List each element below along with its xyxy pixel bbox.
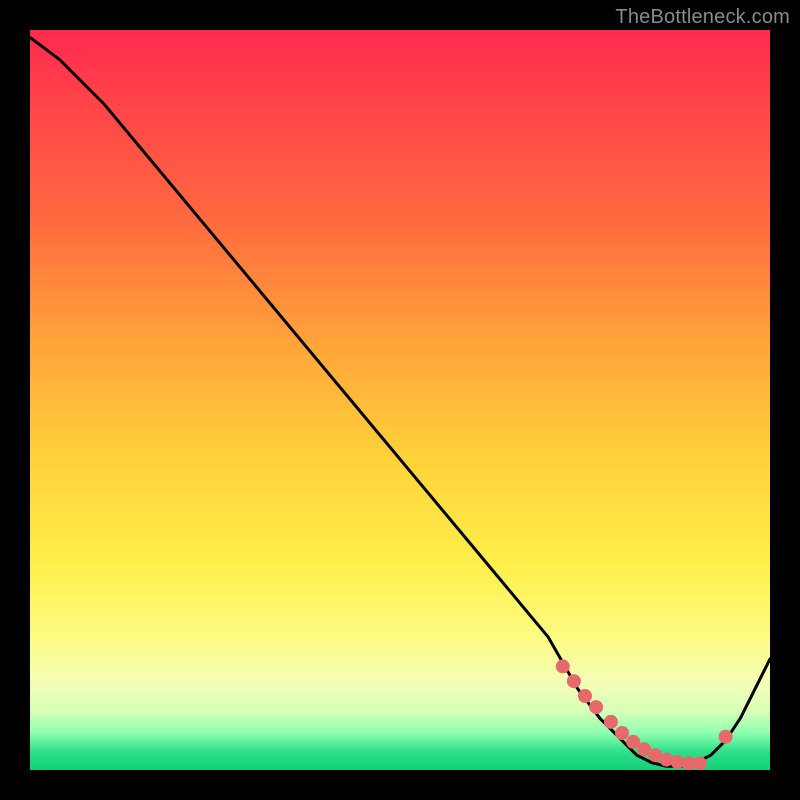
optimal-range-dots — [556, 659, 733, 770]
chart-stage: TheBottleneck.com — [0, 0, 800, 800]
optimal-dot — [567, 674, 581, 688]
optimal-dot — [604, 715, 618, 729]
bottleneck-curve — [30, 37, 770, 766]
optimal-dot — [719, 730, 733, 744]
optimal-dot — [615, 726, 629, 740]
optimal-dot — [693, 756, 707, 770]
plot-area — [30, 30, 770, 770]
curve-layer — [30, 30, 770, 770]
attribution-text: TheBottleneck.com — [615, 6, 790, 29]
optimal-dot — [578, 689, 592, 703]
optimal-dot — [589, 700, 603, 714]
optimal-dot — [556, 659, 570, 673]
